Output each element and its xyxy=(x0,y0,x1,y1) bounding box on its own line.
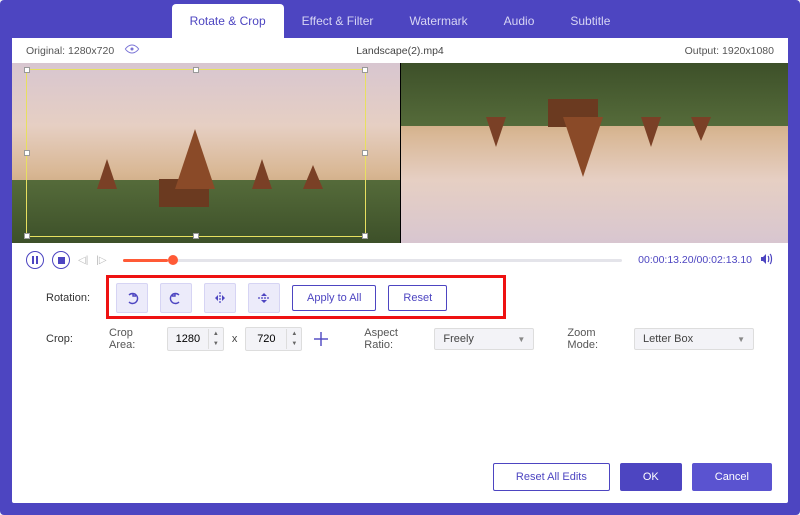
crop-handle-mr[interactable] xyxy=(362,150,368,156)
apply-to-all-button[interactable]: Apply to All xyxy=(292,285,376,311)
crop-area-label: Crop Area: xyxy=(109,327,159,351)
cancel-button[interactable]: Cancel xyxy=(692,463,772,491)
rotate-left-button[interactable] xyxy=(116,283,148,313)
tab-effect-filter[interactable]: Effect & Filter xyxy=(284,4,392,38)
aspect-ratio-value: Freely xyxy=(443,333,474,345)
height-up[interactable]: ▲ xyxy=(287,329,301,339)
original-label: Original: 1280x720 xyxy=(26,45,114,57)
crop-label: Crop: xyxy=(46,333,101,345)
seek-thumb[interactable] xyxy=(168,255,178,265)
tab-audio[interactable]: Audio xyxy=(486,4,553,38)
next-frame-button[interactable]: |▷ xyxy=(96,255,106,266)
rotation-label: Rotation: xyxy=(46,292,104,304)
tab-rotate-crop[interactable]: Rotate & Crop xyxy=(172,4,284,38)
zoom-mode-value: Letter Box xyxy=(643,333,693,345)
tab-watermark[interactable]: Watermark xyxy=(391,4,485,38)
source-preview[interactable] xyxy=(12,63,401,243)
preview-eye-icon[interactable] xyxy=(124,44,140,57)
crop-handle-bl[interactable] xyxy=(24,233,30,239)
chevron-down-icon: ▼ xyxy=(737,335,745,344)
footer: Reset All Edits OK Cancel xyxy=(12,451,788,503)
zoom-mode-label: Zoom Mode: xyxy=(567,327,626,351)
chevron-down-icon: ▼ xyxy=(517,335,525,344)
zoom-mode-select[interactable]: Letter Box ▼ xyxy=(634,328,754,350)
crop-row: Crop: Crop Area: ▲▼ x ▲▼ Aspect Ratio: F… xyxy=(46,327,754,351)
reset-all-edits-button[interactable]: Reset All Edits xyxy=(493,463,610,491)
aspect-ratio-label: Aspect Ratio: xyxy=(364,327,426,351)
crop-handle-tl[interactable] xyxy=(24,67,30,73)
flip-horizontal-button[interactable] xyxy=(204,283,236,313)
app-window: — ☐ ✕ Rotate & Crop Effect & Filter Wate… xyxy=(0,0,800,515)
dimension-x: x xyxy=(232,333,238,345)
pause-button[interactable] xyxy=(26,251,44,269)
preview-row xyxy=(12,63,788,243)
playback-bar: ◁| |▷ 00:00:13.20/00:02:13.10 xyxy=(12,243,788,277)
stop-button[interactable] xyxy=(52,251,70,269)
tab-subtitle[interactable]: Subtitle xyxy=(552,4,628,38)
rotation-row: Rotation: Apply to All Reset xyxy=(46,283,754,313)
center-crop-icon[interactable] xyxy=(310,328,331,350)
width-up[interactable]: ▲ xyxy=(209,329,223,339)
crop-handle-tc[interactable] xyxy=(193,67,199,73)
rotation-reset-button[interactable]: Reset xyxy=(388,285,447,311)
crop-height-input[interactable]: ▲▼ xyxy=(245,327,302,351)
crop-rectangle[interactable] xyxy=(26,69,366,237)
tab-bar: Rotate & Crop Effect & Filter Watermark … xyxy=(12,0,788,38)
output-label: Output: 1920x1080 xyxy=(525,45,774,57)
seek-slider[interactable] xyxy=(123,259,623,262)
crop-handle-ml[interactable] xyxy=(24,150,30,156)
time-display: 00:00:13.20/00:02:13.10 xyxy=(638,254,752,266)
crop-handle-br[interactable] xyxy=(362,233,368,239)
info-bar: Original: 1280x720 Landscape(2).mp4 Outp… xyxy=(12,38,788,63)
prev-frame-button[interactable]: ◁| xyxy=(78,255,88,266)
flip-vertical-button[interactable] xyxy=(248,283,280,313)
ok-button[interactable]: OK xyxy=(620,463,682,491)
crop-handle-bc[interactable] xyxy=(193,233,199,239)
crop-width-field[interactable] xyxy=(168,333,208,345)
aspect-ratio-select[interactable]: Freely ▼ xyxy=(434,328,534,350)
output-preview xyxy=(401,63,789,243)
crop-width-input[interactable]: ▲▼ xyxy=(167,327,224,351)
crop-handle-tr[interactable] xyxy=(362,67,368,73)
crop-height-field[interactable] xyxy=(246,333,286,345)
volume-icon[interactable] xyxy=(760,253,774,268)
width-down[interactable]: ▼ xyxy=(209,339,223,349)
height-down[interactable]: ▼ xyxy=(287,339,301,349)
rotate-right-button[interactable] xyxy=(160,283,192,313)
filename-label: Landscape(2).mp4 xyxy=(275,45,524,57)
